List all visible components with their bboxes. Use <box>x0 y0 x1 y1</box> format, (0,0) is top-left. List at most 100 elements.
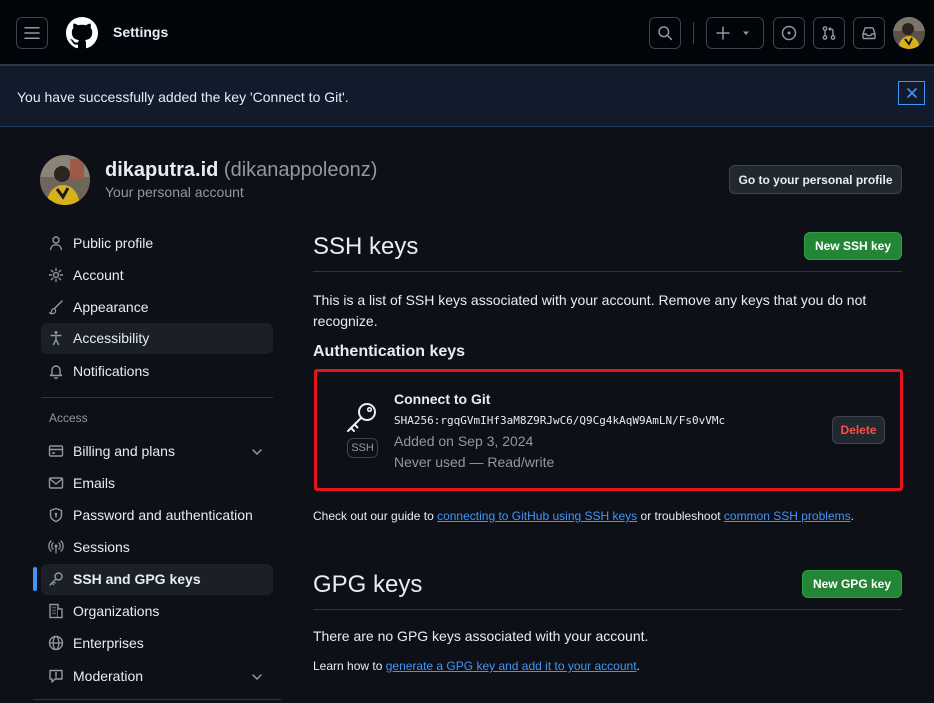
chevron-down-icon <box>252 449 262 456</box>
sidebar-item-organizations[interactable]: Organizations <box>41 596 273 627</box>
search-icon <box>658 26 673 41</box>
person-icon <box>49 236 63 251</box>
inbox-button[interactable] <box>853 17 885 49</box>
shield-lock-icon <box>49 507 63 523</box>
sidebar-item-public-profile[interactable]: Public profile <box>41 228 273 259</box>
guide-middle: or troubleshoot <box>637 509 724 523</box>
ssh-key-added-date: Added on Sep 3, 2024 <box>394 433 534 449</box>
go-to-profile-button[interactable]: Go to your personal profile <box>729 165 902 194</box>
sidebar-item-label: Password and authentication <box>73 507 253 523</box>
dismiss-flash-button[interactable] <box>898 81 925 105</box>
ssh-key-fingerprint: SHA256:rgqGVmIHf3aM8Z9RJwC6/Q9Cg4kAqW9Am… <box>394 414 726 427</box>
section-divider <box>313 609 902 610</box>
sidebar-item-label: Emails <box>73 475 116 491</box>
report-icon <box>49 669 63 683</box>
sidebar-item-label: Account <box>73 267 124 283</box>
ssh-key-title: Connect to Git <box>394 391 491 407</box>
sidebar-section-heading: Access <box>49 411 88 425</box>
sidebar-item-accessibility[interactable]: Accessibility <box>41 323 273 354</box>
profile-avatar[interactable] <box>40 155 90 205</box>
sidebar-item-label: Enterprises <box>73 635 144 651</box>
ssh-key-usage: Never used — Read/write <box>394 454 555 470</box>
gear-icon <box>48 267 64 283</box>
account-type: Your personal account <box>105 184 244 200</box>
gpg-keys-heading: GPG keys <box>313 571 423 598</box>
sidebar-item-account[interactable]: Account <box>41 260 273 291</box>
triangle-down-icon <box>743 31 749 35</box>
sidebar-item-ssh-gpg-keys[interactable]: SSH and GPG keys <box>41 564 273 595</box>
sidebar-item-emails[interactable]: Emails <box>41 468 273 499</box>
sidebar-item-password-authentication[interactable]: Password and authentication <box>41 500 273 531</box>
sidebar-item-label: Billing and plans <box>73 443 175 459</box>
issue-opened-icon <box>781 25 797 41</box>
plus-icon <box>716 26 730 40</box>
ssh-guide-link[interactable]: connecting to GitHub using SSH keys <box>437 509 637 523</box>
sidebar-item-label: Accessibility <box>73 330 150 346</box>
ssh-type-badge: SSH <box>347 438 378 458</box>
ssh-guide-text: Check out our guide to connecting to Git… <box>313 509 854 523</box>
sidebar-item-label: SSH and GPG keys <box>73 571 201 587</box>
chevron-down-icon <box>252 674 262 681</box>
sidebar-item-appearance[interactable]: Appearance <box>41 292 273 323</box>
issues-button[interactable] <box>773 17 805 49</box>
paintbrush-icon <box>48 300 63 315</box>
sidebar-item-label: Moderation <box>73 668 144 684</box>
delete-ssh-key-button[interactable]: Delete <box>832 416 885 444</box>
sidebar-item-moderation[interactable]: Moderation <box>41 661 273 692</box>
sidebar-item-notifications[interactable]: Notifications <box>41 356 273 387</box>
credit-card-icon <box>48 445 64 457</box>
accessibility-icon <box>50 331 62 346</box>
gpg-learn-text: Learn how to generate a GPG key and add … <box>313 659 640 673</box>
search-button[interactable] <box>649 17 681 49</box>
pull-requests-button[interactable] <box>813 17 845 49</box>
sidebar-item-billing[interactable]: Billing and plans <box>41 436 273 467</box>
sidebar-item-label: Public profile <box>73 235 154 251</box>
success-flash-banner: You have successfully added the key 'Con… <box>0 65 934 127</box>
username: (dikanappoleonz) <box>223 159 378 181</box>
display-name[interactable]: dikaputra.id <box>105 159 218 181</box>
ssh-keys-heading: SSH keys <box>313 233 419 260</box>
profile-name: dikaputra.id (dikanappoleonz) <box>105 159 377 182</box>
gpg-empty-message: There are no GPG keys associated with yo… <box>313 628 649 644</box>
sidebar-divider <box>33 699 281 700</box>
sidebar-item-label: Sessions <box>73 539 130 555</box>
git-pull-request-icon <box>822 26 836 40</box>
ssh-troubleshoot-link[interactable]: common SSH problems <box>724 509 851 523</box>
new-gpg-key-button[interactable]: New GPG key <box>802 570 902 598</box>
key-icon <box>49 572 63 586</box>
flash-message: You have successfully added the key 'Con… <box>17 89 349 105</box>
header-divider <box>693 22 694 44</box>
broadcast-icon <box>48 540 64 554</box>
user-avatar-menu[interactable] <box>893 17 925 49</box>
bell-icon <box>49 365 63 379</box>
guide-prefix: Check out our guide to <box>313 509 438 523</box>
global-header: Settings <box>0 0 934 65</box>
generate-gpg-key-link[interactable]: generate a GPG key and add it to your ac… <box>386 659 637 673</box>
section-divider <box>313 271 902 272</box>
sidebar-item-label: Organizations <box>73 603 160 619</box>
key-icon <box>347 403 376 432</box>
new-ssh-key-button[interactable]: New SSH key <box>804 232 902 260</box>
sidebar-item-label: Appearance <box>73 299 149 315</box>
active-nav-indicator <box>33 567 37 591</box>
globe-icon <box>48 635 64 651</box>
sidebar-divider <box>41 397 273 398</box>
page-context-title[interactable]: Settings <box>113 24 168 40</box>
hamburger-icon <box>24 27 40 39</box>
inbox-icon <box>862 27 876 40</box>
mail-icon <box>48 477 64 489</box>
hamburger-menu-button[interactable] <box>16 17 48 49</box>
sidebar-item-enterprises[interactable]: Enterprises <box>41 628 273 659</box>
guide-suffix: . <box>850 509 854 523</box>
create-new-button[interactable] <box>706 17 764 49</box>
learn-prefix: Learn how to <box>313 659 386 673</box>
ssh-intro-text: This is a list of SSH keys associated wi… <box>313 292 867 329</box>
sidebar-item-label: Notifications <box>73 363 150 379</box>
x-icon <box>906 88 917 98</box>
sidebar-item-sessions[interactable]: Sessions <box>41 532 273 563</box>
github-logo[interactable] <box>66 17 98 49</box>
authentication-keys-heading: Authentication keys <box>313 343 466 360</box>
learn-suffix: . <box>636 659 640 673</box>
ssh-key-item-highlighted <box>314 369 903 491</box>
organization-icon <box>49 603 63 619</box>
